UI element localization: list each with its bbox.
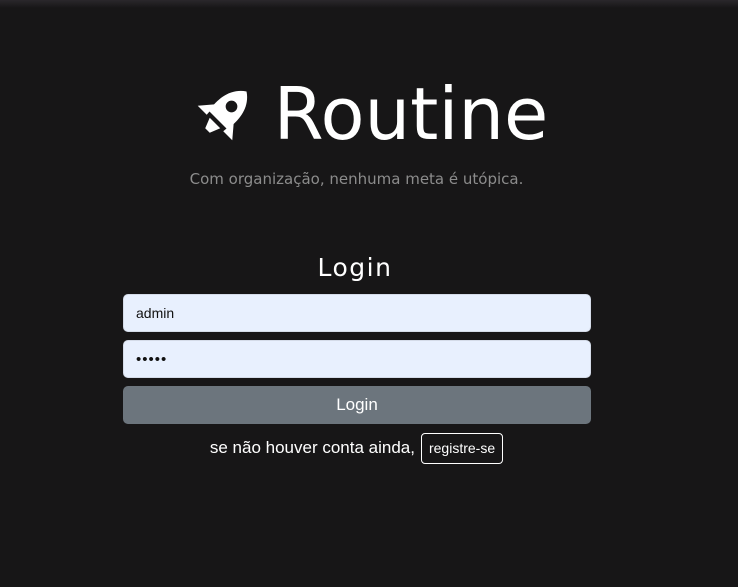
app-tagline: Com organização, nenhuma meta é utópica. [189,170,524,188]
register-button[interactable]: registre-se [420,432,504,464]
window-top-edge [0,0,738,8]
rocket-icon [197,90,247,141]
app-title: Routine [273,72,549,156]
login-button[interactable]: Login [123,386,591,424]
register-row: se não houver conta ainda, registre-se [0,432,713,464]
brand-header: Routine [0,72,738,156]
register-prompt: se não houver conta ainda, [209,438,415,457]
login-heading: Login [317,253,393,282]
username-input[interactable] [123,294,591,332]
password-input[interactable] [123,340,591,378]
